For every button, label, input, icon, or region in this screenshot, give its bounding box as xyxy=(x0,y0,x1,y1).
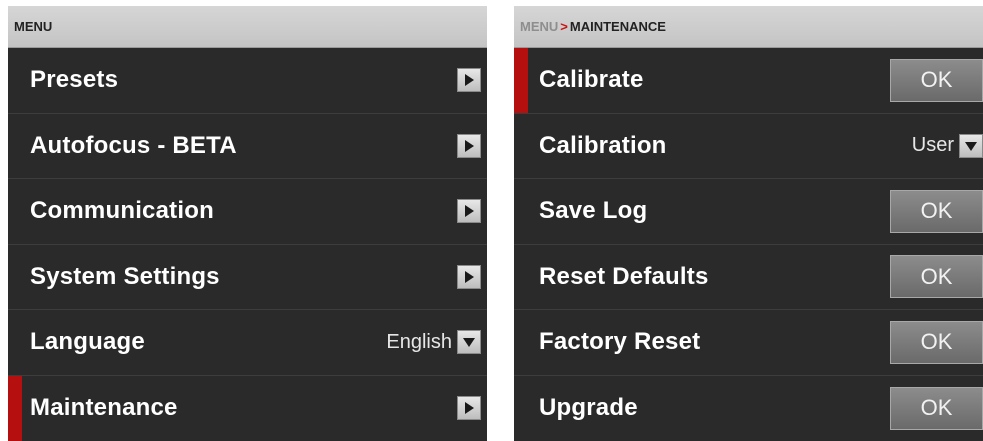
maintenance-item-calibrate[interactable]: Calibrate OK xyxy=(514,48,983,114)
main-menu-panel: MENU Presets Autofocus - BETA Communicat… xyxy=(8,6,487,441)
chevron-down-icon[interactable] xyxy=(457,330,481,355)
menu-item-presets[interactable]: Presets xyxy=(8,48,487,114)
menu-item-label: Maintenance xyxy=(30,394,178,422)
maintenance-item-label: Calibration xyxy=(539,131,667,159)
maintenance-item-label: Upgrade xyxy=(539,394,638,422)
calibration-dropdown-value: User xyxy=(911,134,954,157)
language-dropdown-value: English xyxy=(386,330,452,353)
breadcrumb-current: MAINTENANCE xyxy=(569,19,666,34)
chevron-right-icon[interactable] xyxy=(457,264,481,289)
menu-item-label: System Settings xyxy=(30,262,220,290)
breadcrumb-parent[interactable]: MENU xyxy=(520,19,558,34)
save-log-ok-button[interactable]: OK xyxy=(890,189,983,233)
upgrade-ok-button[interactable]: OK xyxy=(890,386,983,430)
menu-item-label: Autofocus - BETA xyxy=(30,131,237,159)
maintenance-item-calibration[interactable]: Calibration User xyxy=(514,114,983,179)
chevron-right-icon[interactable] xyxy=(457,396,481,421)
factory-reset-ok-button[interactable]: OK xyxy=(890,320,983,364)
maintenance-item-factory-reset[interactable]: Factory Reset OK xyxy=(514,310,983,376)
menu-item-label: Communication xyxy=(30,197,214,225)
calibration-dropdown[interactable]: User xyxy=(911,133,983,158)
reset-defaults-ok-button[interactable]: OK xyxy=(890,255,983,299)
menu-item-language[interactable]: Language English xyxy=(8,310,487,376)
breadcrumb-separator: > xyxy=(560,19,568,34)
menu-item-label: Presets xyxy=(30,66,119,94)
menu-header: MENU xyxy=(8,6,487,48)
chevron-down-icon[interactable] xyxy=(959,133,983,158)
maintenance-item-upgrade[interactable]: Upgrade OK xyxy=(514,376,983,441)
maintenance-item-reset-defaults[interactable]: Reset Defaults OK xyxy=(514,245,983,310)
chevron-right-icon[interactable] xyxy=(457,68,481,93)
breadcrumb: MENU > MAINTENANCE xyxy=(514,6,983,48)
maintenance-item-label: Factory Reset xyxy=(539,328,701,356)
language-dropdown[interactable]: English xyxy=(386,330,481,355)
menu-item-autofocus[interactable]: Autofocus - BETA xyxy=(8,114,487,179)
maintenance-item-label: Reset Defaults xyxy=(539,262,709,290)
maintenance-item-label: Calibrate xyxy=(539,66,644,94)
calibrate-ok-button[interactable]: OK xyxy=(890,58,983,102)
chevron-right-icon[interactable] xyxy=(457,199,481,224)
menu-item-label: Language xyxy=(30,328,145,356)
chevron-right-icon[interactable] xyxy=(457,133,481,158)
maintenance-panel: MENU > MAINTENANCE Calibrate OK Calibrat… xyxy=(514,6,983,441)
menu-item-communication[interactable]: Communication xyxy=(8,179,487,245)
maintenance-item-save-log[interactable]: Save Log OK xyxy=(514,179,983,245)
maintenance-item-label: Save Log xyxy=(539,197,648,225)
menu-item-maintenance[interactable]: Maintenance xyxy=(8,375,487,441)
menu-item-system-settings[interactable]: System Settings xyxy=(8,245,487,310)
menu-header-title: MENU xyxy=(14,19,53,34)
